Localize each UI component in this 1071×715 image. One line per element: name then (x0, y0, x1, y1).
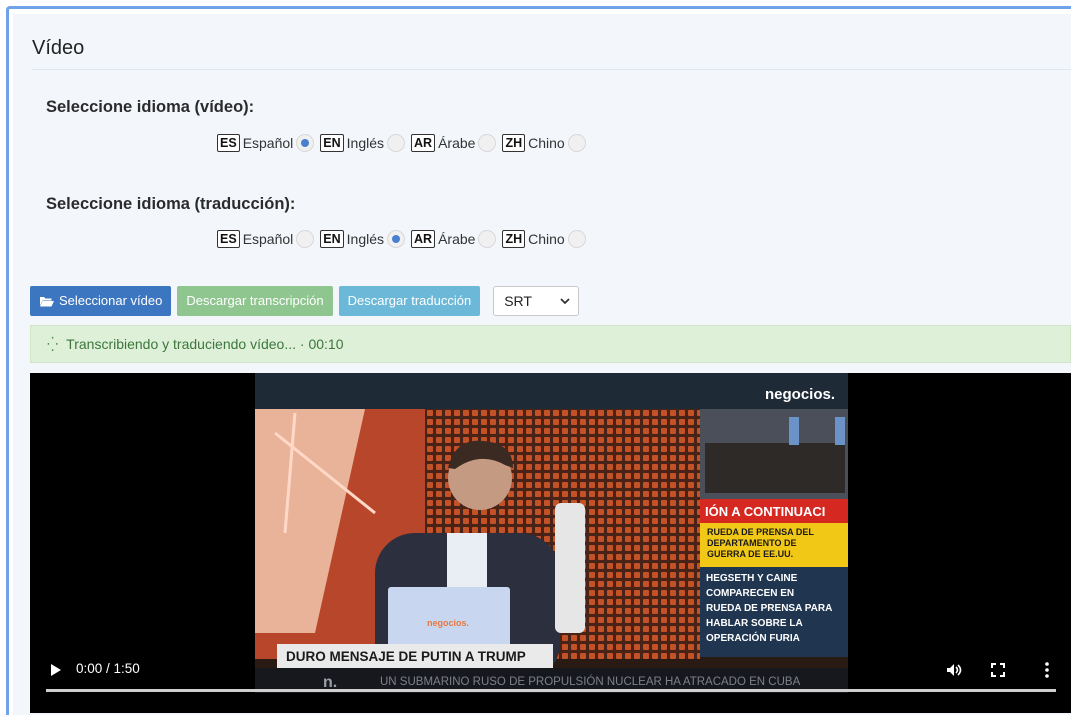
flag-ar-badge: AR (411, 134, 436, 152)
video-progress-bar[interactable] (46, 689, 1056, 692)
flag-zh-badge: ZH (502, 134, 526, 152)
download-transcription-button[interactable]: Descargar transcripción (177, 286, 333, 316)
translation-lang-option-en[interactable]: EN Inglés (320, 230, 406, 248)
video-lang-radio-zh[interactable] (567, 134, 586, 152)
translation-lang-radio-es[interactable] (296, 230, 315, 248)
video-lang-label-en: Inglés (346, 135, 385, 151)
video-frame: negocios. negocios. IÓN A CONTINUACI RUE… (255, 373, 848, 693)
select-video-label: Seleccionar vídeo (59, 293, 163, 308)
video-controls: 0:00 / 1:50 (30, 655, 1071, 685)
flag-es-badge: ES (217, 230, 240, 248)
flag-ar-badge: AR (411, 230, 436, 248)
translation-lang-option-es[interactable]: ES Español (217, 230, 315, 248)
format-select[interactable]: SRT (493, 286, 580, 316)
channel-logo: negocios. (765, 386, 835, 403)
translation-lang-label-es: Español (242, 231, 294, 247)
translation-lang-radio-ar[interactable] (478, 230, 497, 248)
video-lang-option-en[interactable]: EN Inglés (320, 134, 406, 152)
video-lang-label-zh: Chino (528, 135, 565, 151)
download-translation-button[interactable]: Descargar traducción (338, 286, 481, 316)
video-lang-option-zh[interactable]: ZH Chino (502, 134, 586, 152)
fullscreen-icon[interactable] (991, 663, 1005, 677)
translation-lang-label-ar: Árabe (438, 231, 476, 247)
side-banner-text: IÓN A CONTINUACI (705, 504, 825, 519)
status-text: Transcribiendo y traduciendo vídeo... · … (66, 336, 344, 352)
translation-lang-radio-en[interactable] (387, 230, 406, 248)
translation-language-options: ES Español EN Inglés AR Árabe ZH Chino (217, 227, 592, 251)
select-video-button[interactable]: Seleccionar vídeo (30, 286, 172, 316)
translation-lang-label-en: Inglés (346, 231, 385, 247)
video-lang-option-ar[interactable]: AR Árabe (411, 134, 497, 152)
volume-icon[interactable] (946, 663, 962, 677)
video-player[interactable]: negocios. negocios. IÓN A CONTINUACI RUE… (30, 373, 1071, 713)
translation-lang-option-zh[interactable]: ZH Chino (502, 230, 586, 248)
video-scene: negocios. negocios. IÓN A CONTINUACI RUE… (255, 373, 848, 693)
translation-language-label: Seleccione idioma (traducción): (46, 195, 296, 213)
flag-zh-badge: ZH (502, 230, 526, 248)
spinner-icon: ⁛ (47, 335, 59, 352)
more-options-icon[interactable] (1045, 662, 1049, 678)
video-time: 0:00 / 1:50 (76, 661, 140, 676)
format-select-value: SRT (504, 293, 532, 309)
video-language-options: ES Español EN Inglés AR Árabe ZH Chino (217, 131, 592, 155)
flag-es-badge: ES (217, 134, 240, 152)
flag-en-badge: EN (320, 134, 344, 152)
video-lang-radio-en[interactable] (387, 134, 406, 152)
chevron-down-icon (560, 297, 570, 304)
translation-lang-radio-zh[interactable] (567, 230, 586, 248)
panel-title: Vídeo (32, 37, 85, 59)
video-lang-label-ar: Árabe (438, 135, 476, 151)
video-lang-option-es[interactable]: ES Español (217, 134, 315, 152)
play-icon[interactable] (50, 663, 62, 677)
laptop-logo: negocios. (427, 618, 469, 628)
video-lang-label-es: Español (242, 135, 294, 151)
panel-divider (32, 69, 1071, 70)
video-lang-radio-es[interactable] (296, 134, 315, 152)
video-language-label: Seleccione idioma (vídeo): (46, 98, 255, 116)
translation-lang-option-ar[interactable]: AR Árabe (411, 230, 497, 248)
status-alert: ⁛ Transcribiendo y traduciendo vídeo... … (30, 325, 1071, 363)
action-toolbar: Seleccionar vídeo Descargar transcripció… (30, 286, 580, 316)
folder-open-icon (40, 297, 54, 307)
video-lang-radio-ar[interactable] (478, 134, 497, 152)
flag-en-badge: EN (320, 230, 344, 248)
translation-lang-label-zh: Chino (528, 231, 565, 247)
